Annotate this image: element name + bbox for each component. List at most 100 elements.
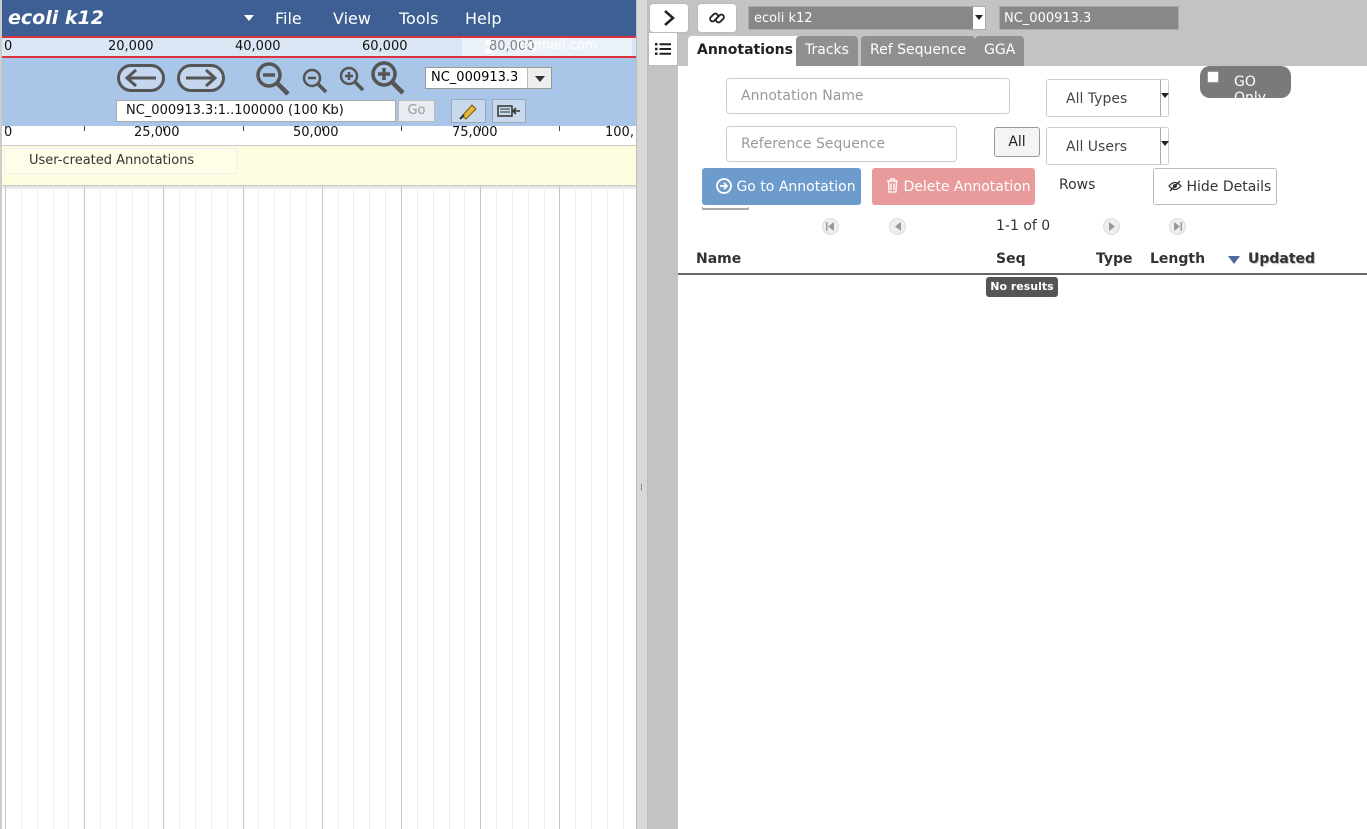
overview-tick: 0 xyxy=(4,39,13,54)
reference-sequence-value: NC_000913.3 xyxy=(431,70,519,85)
grid-line-minor xyxy=(496,186,497,829)
column-seq[interactable]: Seq xyxy=(996,251,1026,267)
list-icon xyxy=(655,43,671,55)
column-updated[interactable]: Updated xyxy=(1248,251,1315,267)
ruler-tick-mark xyxy=(5,126,6,131)
tab-ref-sequence[interactable]: Ref Sequence xyxy=(861,36,976,66)
grid-line-minor xyxy=(227,186,228,829)
chevron-down-icon[interactable] xyxy=(1160,80,1169,116)
zoom-in-icon xyxy=(339,66,365,92)
go-only-toggle[interactable]: GO Only xyxy=(1200,66,1291,106)
column-name[interactable]: Name xyxy=(696,251,741,267)
zoom-out-large-button[interactable] xyxy=(255,61,291,97)
menu-view[interactable]: View xyxy=(333,9,371,28)
go-to-annotation-button[interactable]: Go to Annotation xyxy=(702,168,861,205)
zoom-in-small-button[interactable] xyxy=(338,65,366,93)
genome-browser-pane: ecoli k12 File View Tools Help 0 20,000 … xyxy=(0,0,636,829)
highlight-button[interactable] xyxy=(451,99,486,123)
ruler-tick: 25,000 xyxy=(134,125,180,140)
track-grid-area[interactable] xyxy=(2,186,636,829)
zoom-out-icon xyxy=(302,68,328,94)
grid-line-minor xyxy=(100,186,101,829)
type-filter-select[interactable]: All Types xyxy=(1046,79,1169,117)
annotations-table-header: Name Seq Type Length Updated xyxy=(678,248,1367,275)
user-filter-select[interactable]: All Users xyxy=(1046,127,1169,165)
annotation-name-input[interactable]: Annotation Name xyxy=(726,78,1010,114)
delete-annotation-button[interactable]: Delete Annotation xyxy=(872,168,1035,205)
chevron-down-icon[interactable] xyxy=(527,68,551,88)
chevron-down-icon[interactable] xyxy=(1160,128,1169,164)
overview-scale[interactable]: 0 20,000 40,000 60,000 80,000 ...@gmail.… xyxy=(2,36,636,58)
rows-label[interactable]: Rows xyxy=(1059,177,1095,193)
column-length[interactable]: Length xyxy=(1150,251,1205,267)
overview-tick: 60,000 xyxy=(362,39,408,54)
track-selector-button[interactable] xyxy=(492,99,526,123)
ruler-tick-mark xyxy=(243,126,244,131)
first-page-button[interactable] xyxy=(822,218,839,235)
rows-dropdown-indicator[interactable] xyxy=(702,207,749,210)
tab-annotations[interactable]: Annotations xyxy=(688,36,802,66)
grid-line-minor xyxy=(68,186,69,829)
user-annotations-track[interactable]: User-created Annotations xyxy=(2,146,636,186)
next-page-button[interactable] xyxy=(1103,218,1120,235)
organism-select[interactable]: ecoli k12 xyxy=(748,6,986,30)
tab-gga[interactable]: GGA xyxy=(975,36,1025,66)
zoom-out-small-button[interactable] xyxy=(301,67,329,95)
link-button[interactable] xyxy=(697,3,737,33)
highlighter-icon xyxy=(458,104,477,120)
zoom-in-large-button[interactable] xyxy=(370,60,406,96)
no-results-message: No results xyxy=(986,277,1058,297)
ruler-tick-mark xyxy=(84,126,85,131)
ruler-tick: 100, xyxy=(605,125,634,140)
hide-details-button[interactable]: Hide Details xyxy=(1153,168,1277,205)
grid-line-major xyxy=(84,186,85,829)
ruler-tick-mark xyxy=(559,126,560,131)
go-button[interactable]: Go xyxy=(398,100,435,122)
grid-line-minor xyxy=(369,186,370,829)
reference-sequence-select[interactable]: NC_000913.3 xyxy=(425,67,552,89)
menu-file[interactable]: File xyxy=(275,9,302,28)
location-input[interactable]: NC_000913.3:1..100000 (100 Kb) xyxy=(116,100,396,122)
organism-dropdown-icon[interactable] xyxy=(244,15,254,21)
column-type[interactable]: Type xyxy=(1096,251,1133,267)
menu-help[interactable]: Help xyxy=(465,9,501,28)
grid-line-minor xyxy=(132,186,133,829)
trash-icon xyxy=(887,178,898,193)
grid-line-minor xyxy=(211,186,212,829)
all-button[interactable]: All xyxy=(994,127,1040,157)
sort-descending-icon[interactable] xyxy=(1228,256,1240,264)
chevron-down-icon[interactable] xyxy=(973,7,985,29)
sequence-select[interactable]: NC_000913.3 xyxy=(999,6,1179,30)
pane-splitter[interactable]: ⁞ xyxy=(636,0,648,829)
collapse-panel-button[interactable] xyxy=(649,3,689,33)
hide-details-label: Hide Details xyxy=(1186,179,1272,195)
ruler-tick-mark xyxy=(401,126,402,131)
grid-line-minor xyxy=(464,186,465,829)
go-to-annotation-label: Go to Annotation xyxy=(736,179,856,195)
tab-tracks[interactable]: Tracks xyxy=(796,36,858,66)
user-account-menu[interactable]: ...@gmail.com xyxy=(462,38,632,56)
list-view-button[interactable] xyxy=(648,32,678,66)
grid-line-major xyxy=(5,186,6,829)
last-page-icon xyxy=(1174,222,1182,231)
go-only-checkbox[interactable] xyxy=(1207,71,1219,83)
grid-line-minor xyxy=(385,186,386,829)
grid-line-minor xyxy=(306,186,307,829)
menu-tools[interactable]: Tools xyxy=(399,9,438,28)
last-page-button[interactable] xyxy=(1169,218,1186,235)
pagination-status: 1-1 of 0 xyxy=(996,218,1051,234)
reference-sequence-input[interactable]: Reference Sequence xyxy=(726,126,957,162)
track-label[interactable]: User-created Annotations xyxy=(4,148,237,174)
grid-line-minor xyxy=(290,186,291,829)
arrow-right-icon xyxy=(186,68,218,88)
pan-right-button[interactable] xyxy=(177,64,225,92)
grid-line-minor xyxy=(575,186,576,829)
previous-page-button[interactable] xyxy=(889,218,906,235)
ruler-tick-mark xyxy=(322,126,323,131)
browser-menubar: ecoli k12 File View Tools Help xyxy=(2,0,636,36)
next-page-icon xyxy=(1108,222,1115,231)
annotator-toolbar: ecoli k12 NC_000913.3 xyxy=(648,0,1367,36)
grid-line-major xyxy=(480,186,481,829)
grid-line-minor xyxy=(338,186,339,829)
pan-left-button[interactable] xyxy=(117,64,165,92)
